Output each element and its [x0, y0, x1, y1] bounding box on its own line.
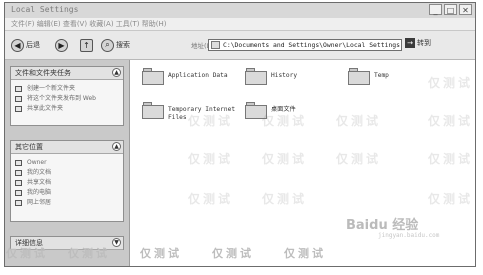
- watermark-text: 仅测试: [262, 192, 308, 206]
- back-label: 后退: [26, 41, 40, 49]
- task-new-folder[interactable]: 创建一个新文件夹: [11, 84, 123, 94]
- maximize-button[interactable]: □: [444, 4, 457, 15]
- file-tasks-header[interactable]: 文件和文件夹任务 ▲: [11, 67, 123, 80]
- watermark-text: 仅测试: [140, 247, 182, 260]
- documents-icon: [15, 170, 22, 176]
- folder-icon: [142, 68, 164, 85]
- folder-item[interactable]: Temp: [348, 68, 389, 85]
- search-button[interactable]: ⌕ 搜索: [101, 37, 130, 53]
- close-button[interactable]: ✕: [459, 4, 472, 15]
- watermark-text: 仅测试: [428, 152, 474, 166]
- shared-folder-icon: [15, 180, 22, 186]
- expand-chevron-icon[interactable]: ▼: [112, 238, 121, 247]
- watermark-text: 仅测试: [6, 247, 48, 260]
- folder-icon: [15, 160, 22, 166]
- minimize-button[interactable]: _: [429, 4, 442, 15]
- folder-item[interactable]: History: [245, 68, 297, 85]
- baidu-url: jingyan.baidu.com: [378, 232, 440, 239]
- go-label: 转到: [417, 39, 431, 47]
- title-bar: Local Settings _ □ ✕: [5, 3, 475, 19]
- place-network[interactable]: 网上邻居: [11, 198, 123, 208]
- menu-items[interactable]: 文件(F) 编辑(E) 查看(V) 收藏(A) 工具(T) 帮助(H): [11, 19, 166, 29]
- folder-label: History: [271, 72, 298, 79]
- file-tasks-panel: 文件和文件夹任务 ▲ 创建一个新文件夹 将这个文件夹发布到 Web 共享此文件夹: [10, 66, 124, 126]
- task-pane: 文件和文件夹任务 ▲ 创建一个新文件夹 将这个文件夹发布到 Web 共享此文件夹…: [5, 60, 130, 266]
- watermark-text: 仅测试: [428, 76, 474, 90]
- network-icon: [15, 200, 22, 206]
- watermark-text: 仅测试: [188, 152, 234, 166]
- watermark-text: 仅测试: [68, 247, 110, 260]
- forward-arrow-icon: ▶: [55, 38, 68, 52]
- watermark-text: 仅测试: [428, 192, 474, 206]
- collapse-chevron-icon[interactable]: ▲: [112, 68, 121, 77]
- place-my-computer[interactable]: 我的电脑: [11, 188, 123, 198]
- forward-button[interactable]: ▶: [55, 37, 70, 53]
- folder-icon: [142, 102, 164, 119]
- go-button[interactable]: → 转到: [405, 38, 431, 48]
- window-controls: _ □ ✕: [429, 4, 472, 15]
- publish-icon: [15, 96, 22, 102]
- watermark-text: 仅测试: [188, 114, 234, 128]
- menu-bar: 文件(F) 编辑(E) 查看(V) 收藏(A) 工具(T) 帮助(H): [5, 18, 475, 31]
- up-arrow-icon: ↑: [80, 38, 93, 52]
- share-icon: [15, 106, 22, 112]
- watermark-text: 仅测试: [262, 152, 308, 166]
- new-folder-icon: [15, 86, 22, 92]
- computer-icon: [15, 190, 22, 196]
- other-places-title: 其它位置: [15, 143, 43, 151]
- folder-icon: [211, 41, 220, 49]
- place-owner[interactable]: Owner: [11, 158, 123, 168]
- search-icon: ⌕: [101, 38, 114, 52]
- other-places-panel: 其它位置 ▲ Owner 我的文档 共享文档 我的电脑 网上邻居: [10, 140, 124, 222]
- place-my-documents[interactable]: 我的文档: [11, 168, 123, 178]
- window-title: Local Settings: [11, 5, 79, 14]
- other-places-header[interactable]: 其它位置 ▲: [11, 141, 123, 154]
- task-publish-web[interactable]: 将这个文件夹发布到 Web: [11, 94, 123, 104]
- watermark-text: 仅测试: [336, 114, 382, 128]
- collapse-chevron-icon[interactable]: ▲: [112, 142, 121, 151]
- watermark-text: 仅测试: [262, 114, 308, 128]
- address-value: C:\Documents and Settings\Owner\Local Se…: [223, 41, 400, 49]
- folder-label: Application Data: [168, 72, 228, 79]
- address-bar[interactable]: C:\Documents and Settings\Owner\Local Se…: [208, 39, 402, 51]
- place-shared-documents[interactable]: 共享文档: [11, 178, 123, 188]
- folder-label: Temp: [374, 72, 389, 79]
- watermark-text: 仅测试: [188, 192, 234, 206]
- task-share-folder[interactable]: 共享此文件夹: [11, 104, 123, 114]
- up-button[interactable]: ↑: [80, 37, 95, 53]
- back-button[interactable]: ◀ 后退: [11, 37, 40, 53]
- watermark-text: 仅测试: [428, 114, 474, 128]
- watermark-text: 仅测试: [284, 247, 326, 260]
- search-label: 搜索: [116, 41, 130, 49]
- watermark-text: 仅测试: [336, 152, 382, 166]
- go-arrow-icon: →: [405, 38, 415, 48]
- file-tasks-title: 文件和文件夹任务: [15, 69, 71, 77]
- folder-item[interactable]: Application Data: [142, 68, 228, 85]
- folder-icon: [348, 68, 370, 85]
- toolbar: ◀ 后退 ▶ ↑ ⌕ 搜索 地址(D) C:\Documents and Set…: [5, 31, 475, 60]
- watermark-text: 仅测试: [212, 247, 254, 260]
- baidu-logo: Baidu 经验: [346, 218, 419, 233]
- back-arrow-icon: ◀: [11, 38, 24, 52]
- folder-icon: [245, 68, 267, 85]
